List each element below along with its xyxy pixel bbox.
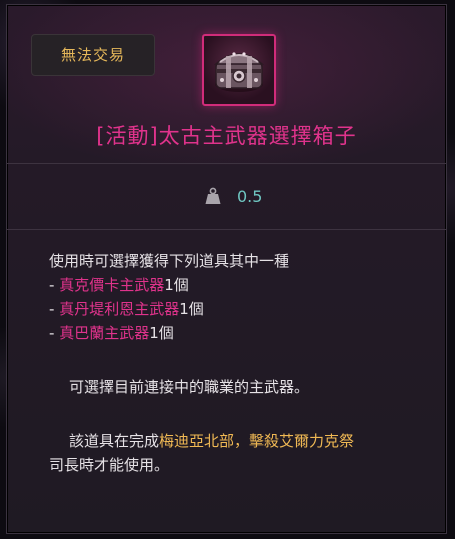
item-title: [活動]太古主武器選擇箱子 bbox=[96, 124, 357, 148]
choice-item: - 真克價卡主武器1個 bbox=[49, 273, 429, 297]
choice-name: 真克價卡主武器 bbox=[59, 276, 165, 294]
usage-condition: 該道具在完成梅迪亞北部，擊殺艾爾力克祭 bbox=[49, 429, 429, 453]
treasure-chest-icon bbox=[202, 34, 276, 106]
choice-name: 真巴蘭主武器 bbox=[59, 324, 150, 342]
choice-prefix: - bbox=[49, 300, 60, 318]
weight-icon bbox=[205, 187, 221, 205]
choice-prefix: - bbox=[49, 324, 60, 342]
choice-name: 真丹堤利恩主武器 bbox=[59, 300, 180, 318]
divider bbox=[7, 163, 446, 164]
condition-highlight: 梅迪亞北部，擊殺艾爾力克祭 bbox=[159, 432, 355, 450]
weight-row: 0.5 bbox=[7, 185, 446, 211]
usage-condition-line2: 司長時才能使用。 bbox=[49, 456, 170, 474]
choice-count: 1個 bbox=[149, 324, 174, 342]
choice-count: 1個 bbox=[179, 300, 204, 318]
choice-prefix: - bbox=[49, 276, 60, 294]
condition-prefix: 該道具在完成 bbox=[69, 432, 160, 450]
untradeable-tag: 無法交易 bbox=[31, 34, 155, 76]
choice-count: 1個 bbox=[164, 276, 189, 294]
choice-item: - 真巴蘭主武器1個 bbox=[49, 321, 429, 345]
item-tooltip: 無法交易 [活動]太古主武器選擇箱子 0.5 使用時可選擇獲得下列道具其中一種 … bbox=[6, 4, 447, 534]
weight-value: 0.5 bbox=[237, 187, 263, 206]
choice-item: - 真丹堤利恩主武器1個 bbox=[49, 297, 429, 321]
description-note: 可選擇目前連接中的職業的主武器。 bbox=[69, 378, 310, 396]
description-intro: 使用時可選擇獲得下列道具其中一種 bbox=[49, 252, 290, 270]
item-description: 使用時可選擇獲得下列道具其中一種 - 真克價卡主武器1個 - 真丹堤利恩主武器1… bbox=[49, 249, 429, 477]
divider bbox=[7, 229, 446, 230]
